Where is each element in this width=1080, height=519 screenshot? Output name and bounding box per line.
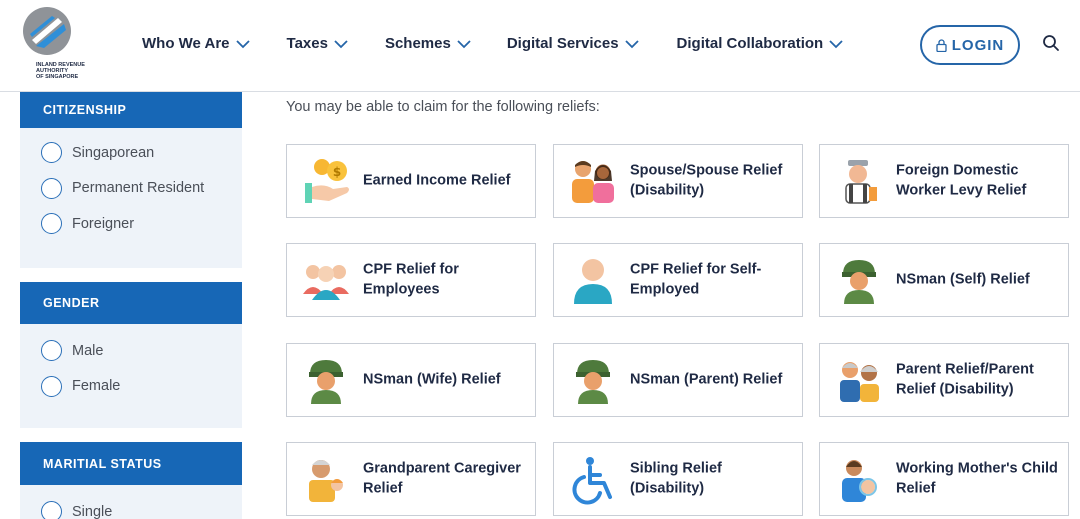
wheelchair-icon [572,457,612,505]
mother-baby-icon [842,460,877,502]
radio-icon [41,177,62,199]
relief-card-grandparent-caregiver[interactable]: Grandparent Caregiver Relief [286,442,536,516]
radio-label: Male [72,342,104,359]
relief-label: Foreign Domestic Worker Levy Relief [896,162,1027,199]
radio-label: Female [72,378,121,395]
svg-text:$: $ [333,165,341,179]
chevron-down-icon [624,39,639,48]
login-button[interactable]: LOGIN [920,25,1020,65]
nav-label: Taxes [286,35,328,52]
iras-logo[interactable]: INLAND REVENUE AUTHORITY OF SINGAPORE [20,6,100,86]
relief-label: Grandparent Caregiver Relief [363,460,521,497]
gender-filter: GENDER Male Female [20,282,242,428]
radio-label: Singaporean [72,144,155,161]
relief-card-cpf-employees[interactable]: CPF Relief for Employees [286,243,536,317]
relief-label: NSman (Parent) Relief [630,371,783,388]
grandparent-child-icon [309,460,343,502]
nav-label: Who We Are [142,35,230,52]
soldier-icon [576,360,610,404]
relief-card-spouse[interactable]: Spouse/Spouse Relief (Disability) [553,144,803,218]
radio-label: Foreigner [72,215,135,232]
iras-logo-icon [23,7,71,55]
chevron-down-icon [334,39,348,48]
soldier-icon [842,260,876,304]
nav-label: Digital Services [506,35,619,52]
logo-text: INLAND REVENUE AUTHORITY OF SINGAPORE [36,62,85,81]
elderly-couple-icon [840,362,879,402]
relief-card-parent[interactable]: Parent Relief/Parent Relief (Disability) [819,343,1069,417]
relief-card-nsman-wife[interactable]: NSman (Wife) Relief [286,343,536,417]
relief-label: CPF Relief for Self-Employed [630,261,762,298]
nav-digital-collaboration[interactable]: Digital Collaboration [677,35,844,52]
marital-status-heading: MARITIAL STATUS [20,442,242,485]
relief-card-working-mothers-child[interactable]: Working Mother's Child Relief [819,442,1069,516]
relief-label: Spouse/Spouse Relief (Disability) [630,162,783,199]
gender-heading: GENDER [20,282,242,324]
radio-single[interactable]: Single [20,494,242,519]
radio-icon [41,213,62,235]
employees-group-icon [303,265,349,300]
relief-card-earned-income[interactable]: $ Earned Income Relief [286,144,536,218]
login-label: LOGIN [951,36,1005,54]
radio-icon [41,501,62,519]
soldier-icon [309,360,343,404]
relief-label: Sibling Relief (Disability) [630,460,722,497]
site-header: INLAND REVENUE AUTHORITY OF SINGAPORE Wh… [0,0,1080,92]
nav-label: Schemes [384,35,451,52]
coins-hand-icon: $ [305,159,349,203]
citizenship-filter: CITIZENSHIP Singaporean Permanent Reside… [20,92,242,268]
relief-card-cpf-self-employed[interactable]: CPF Relief for Self-Employed [553,243,803,317]
marital-status-filter: MARITIAL STATUS Single [20,442,242,519]
relief-label: NSman (Self) Relief [896,271,1030,288]
nav-taxes[interactable]: Taxes [287,35,348,52]
relief-label: Parent Relief/Parent Relief (Disability) [896,361,1034,398]
relief-label: Working Mother's Child Relief [896,460,1058,497]
nav-schemes[interactable]: Schemes [385,35,471,52]
radio-icon [41,142,62,164]
nav-digital-services[interactable]: Digital Services [507,35,639,52]
couple-icon [572,161,614,203]
radio-female[interactable]: Female [20,369,242,405]
lock-icon [936,38,947,52]
citizenship-heading: CITIZENSHIP [20,92,242,128]
radio-icon [41,375,62,397]
relief-card-foreign-domestic-worker[interactable]: Foreign Domestic Worker Levy Relief [819,144,1069,218]
radio-permanent-resident[interactable]: Permanent Resident [20,171,242,207]
radio-singaporean[interactable]: Singaporean [20,135,242,171]
radio-icon [41,340,62,362]
relief-card-sibling-disability[interactable]: Sibling Relief (Disability) [553,442,803,516]
relief-label: NSman (Wife) Relief [363,371,501,388]
chevron-down-icon [829,39,843,48]
relief-label: CPF Relief for Employees [363,261,459,298]
relief-card-nsman-self[interactable]: NSman (Self) Relief [819,243,1069,317]
domestic-worker-icon [845,160,877,204]
radio-label: Permanent Resident [72,180,205,197]
person-icon [574,259,612,304]
radio-foreigner[interactable]: Foreigner [20,206,242,242]
chevron-down-icon [457,39,471,48]
relief-card-nsman-parent[interactable]: NSman (Parent) Relief [553,343,803,417]
relief-label: Earned Income Relief [363,172,511,189]
intro-text: You may be able to claim for the followi… [286,99,600,115]
radio-male[interactable]: Male [20,333,242,369]
chevron-down-icon [235,39,250,48]
nav-who-we-are[interactable]: Who We Are [142,35,250,52]
main-nav: Who We Are Taxes Schemes Digital Service… [142,35,843,52]
search-icon[interactable] [1042,34,1060,52]
radio-label: Single [72,503,113,519]
nav-label: Digital Collaboration [676,35,824,52]
